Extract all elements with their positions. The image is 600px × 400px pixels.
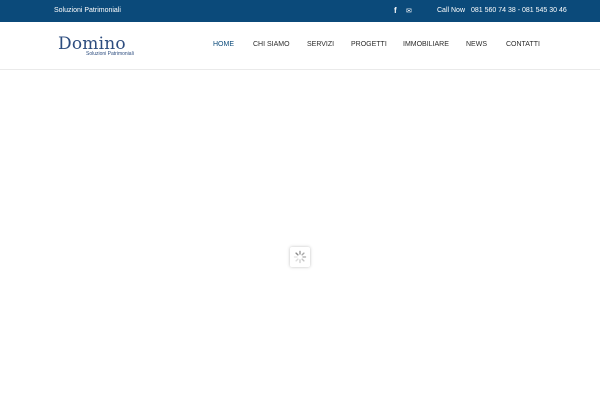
nav-home[interactable]: HOME: [213, 41, 234, 48]
main-nav: HOME CHI SIAMO SERVIZI PROGETTI IMMOBILI…: [0, 41, 600, 53]
top-bar: Soluzioni Patrimoniali f ✉ Call Now 081 5…: [0, 0, 600, 22]
call-now-label: Call Now: [437, 7, 466, 14]
spinner-graphic: [293, 250, 307, 264]
facebook-icon[interactable]: f: [394, 6, 397, 15]
loading-spinner-icon: [290, 247, 310, 267]
site-header: Domino Soluzioni Patrimoniali HOME CHI S…: [0, 22, 600, 70]
nav-contatti[interactable]: CONTATTI: [506, 41, 540, 48]
mail-icon[interactable]: ✉: [406, 7, 412, 15]
nav-servizi[interactable]: SERVIZI: [307, 41, 334, 48]
nav-progetti[interactable]: PROGETTI: [351, 41, 387, 48]
nav-immobiliare[interactable]: IMMOBILIARE: [403, 41, 449, 48]
page-content: [0, 71, 600, 400]
phone-numbers[interactable]: 081 560 74 38 - 081 545 30 46: [471, 7, 567, 14]
nav-news[interactable]: NEWS: [466, 41, 487, 48]
top-bar-tagline: Soluzioni Patrimoniali: [54, 7, 121, 14]
call-now: Call Now 081 560 74 38 - 081 545 30 46: [437, 7, 567, 14]
nav-chi-siamo[interactable]: CHI SIAMO: [253, 41, 290, 48]
